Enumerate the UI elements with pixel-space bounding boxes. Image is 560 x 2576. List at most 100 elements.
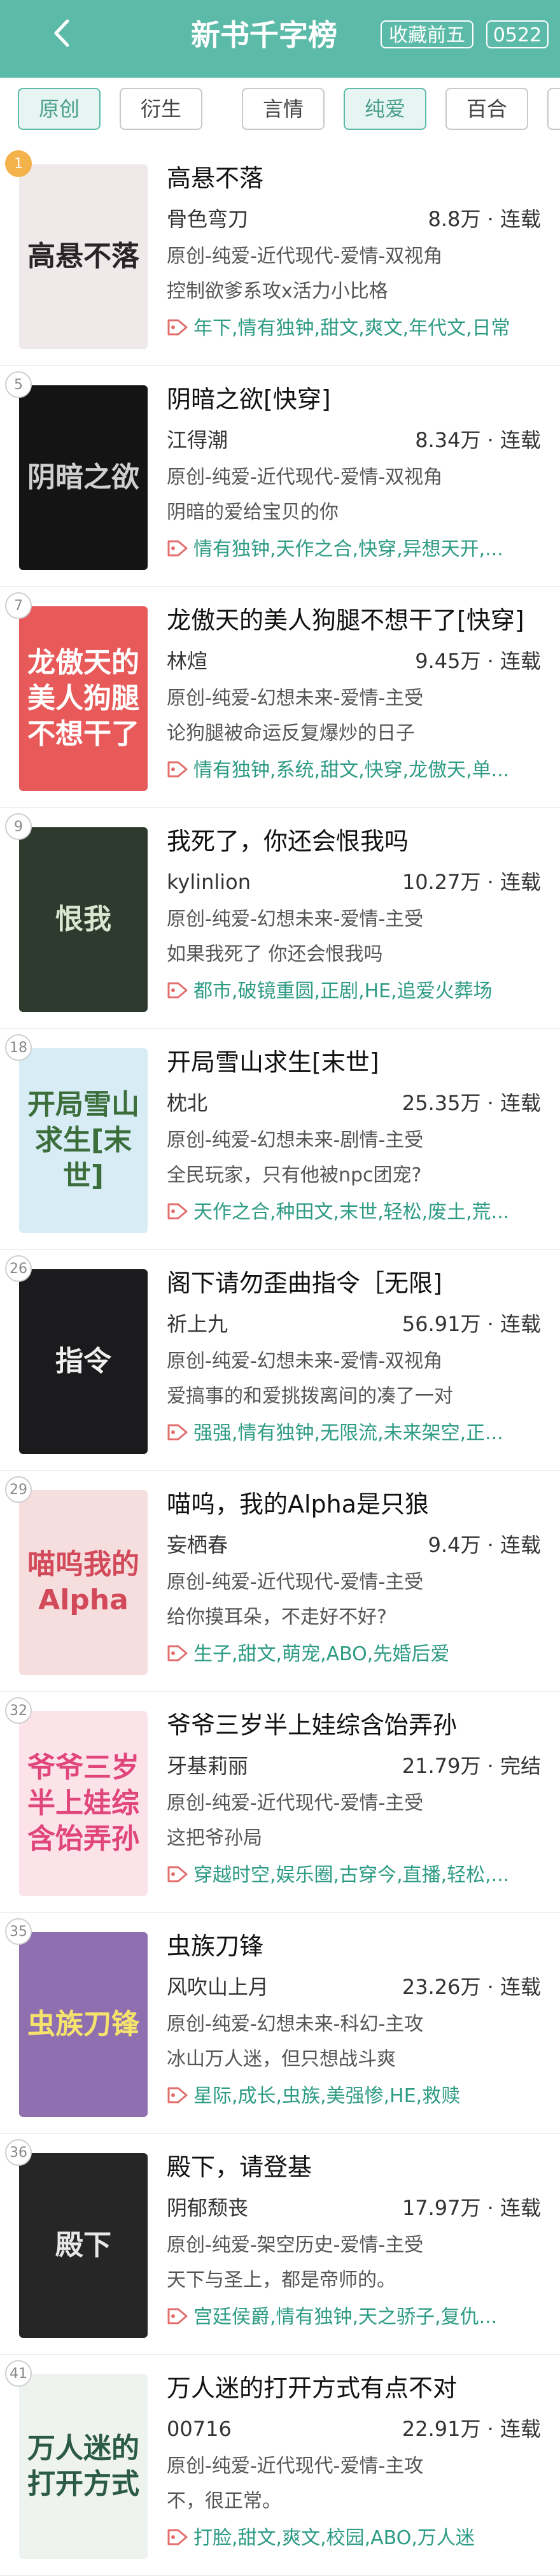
book-meta: 9.45万 · 连载: [415, 649, 541, 673]
tag-list[interactable]: 打脸,甜文,爽文,校园,ABO,万人迷: [193, 2527, 475, 2549]
tag-icon: [167, 540, 188, 557]
book-author[interactable]: 骨色弯刀: [167, 205, 389, 233]
tag-list[interactable]: 年下,情有独钟,甜文,爽文,年代文,日常: [193, 317, 510, 339]
book-cover[interactable]: 阴暗之欲: [19, 385, 148, 570]
book-title[interactable]: 龙傲天的美人狗腿不想干了[快穿]: [167, 604, 549, 637]
book-summary: 天下与圣上，都是帝师的。: [167, 2269, 396, 2291]
category-filters: 原创 衍生 言情 纯爱 百合: [0, 78, 560, 145]
tag-icon: [167, 761, 188, 778]
filter-original[interactable]: 原创: [18, 88, 101, 130]
book-title[interactable]: 喵呜，我的Alpha是只狼: [167, 1488, 549, 1521]
list-item[interactable]: 开局雪山求生[末世] 18 开局雪山求生[末世] 枕北 25.35万 · 连载 原创-纯爱…: [0, 1029, 560, 1250]
list-item[interactable]: 阴暗之欲 5 阴暗之欲[快穿] 江得潮 8.34万 · 连载 原创-纯爱-近代现代-爱情-…: [0, 366, 560, 587]
rank-badge: 1: [5, 150, 32, 177]
book-cover[interactable]: 万人迷的打开方式: [19, 2374, 148, 2559]
filter-gl[interactable]: 百合: [445, 88, 528, 130]
book-status: 连载: [500, 2417, 541, 2441]
book-title[interactable]: 殿下，请登基: [167, 2151, 549, 2184]
book-tags: 天作之合,种田文,末世,轻松,废土,荒...: [167, 1199, 549, 1227]
rank-badge: 29: [5, 1476, 32, 1503]
book-cover[interactable]: 开局雪山求生[末世]: [19, 1048, 148, 1233]
tag-list[interactable]: 天作之合,种田文,末世,轻松,废土,荒...: [193, 1201, 509, 1223]
book-cover[interactable]: 爷爷三岁半上娃综含饴弄孙: [19, 1711, 148, 1896]
filter-romance[interactable]: 言情: [242, 88, 325, 130]
book-status: 连载: [500, 1091, 541, 1115]
cover-title: 开局雪山求生[末世]: [27, 1088, 139, 1192]
book-title[interactable]: 万人迷的打开方式有点不对: [167, 2372, 549, 2405]
tag-list[interactable]: 都市,破镜重圆,正剧,HE,追爱火葬场: [193, 980, 493, 1002]
list-item[interactable]: 殿下 36 殿下，请登基 阴郁颓丧 17.97万 · 连载 原创-纯爱-架空历史-爱情-主…: [0, 2134, 560, 2355]
book-tags: 年下,情有独钟,甜文,爽文,年代文,日常: [167, 315, 549, 343]
book-author[interactable]: 牙基莉丽: [167, 1752, 389, 1780]
book-tags: 宫廷侯爵,情有独钟,天之骄子,复仇...: [167, 2303, 549, 2331]
book-title[interactable]: 爷爷三岁半上娃综含饴弄孙: [167, 1709, 549, 1742]
book-author[interactable]: 江得潮: [167, 426, 389, 454]
book-tags: 星际,成长,虫族,美强惨,HE,救赎: [167, 2082, 549, 2110]
tag-icon: [167, 1203, 188, 1220]
book-tags: 强强,情有独钟,无限流,未来架空,正...: [167, 1420, 549, 1448]
filter-bl[interactable]: 纯爱: [344, 88, 426, 130]
tag-list[interactable]: 生子,甜文,萌宠,ABO,先婚后爱: [193, 1643, 449, 1665]
list-item[interactable]: 指令 26 阁下请勿歪曲指令［无限] 祈上九 56.91万 · 连载 原创-纯爱-幻想未来…: [0, 1250, 560, 1471]
tag-list[interactable]: 情有独钟,天作之合,快穿,异想天开,...: [193, 538, 503, 560]
book-cover[interactable]: 喵呜我的Alpha: [19, 1490, 148, 1675]
book-cover[interactable]: 殿下: [19, 2153, 148, 2338]
date-button[interactable]: 0522: [486, 20, 549, 48]
tag-list[interactable]: 情有独钟,系统,甜文,快穿,龙傲天,单...: [193, 759, 509, 781]
book-summary: 冰山万人迷，但只想战斗爽: [167, 2048, 396, 2070]
tag-icon: [167, 2308, 188, 2324]
list-item[interactable]: 恨我 9 我死了，你还会恨我吗 kylinlion 10.27万 · 连载 原创-纯爱-幻…: [0, 808, 560, 1029]
rank-badge: 32: [5, 1697, 32, 1724]
book-cover[interactable]: 恨我: [19, 827, 148, 1012]
book-title[interactable]: 开局雪山求生[末世]: [167, 1046, 549, 1079]
book-genre: 原创-纯爱-幻想未来-剧情-主受: [167, 1129, 424, 1151]
list-item[interactable]: 喵呜我的Alpha 29 喵呜，我的Alpha是只狼 妄栖春 9.4万 · 连载 原创-纯…: [0, 1471, 560, 1692]
book-meta: 8.8万 · 连载: [428, 207, 541, 231]
book-status: 连载: [500, 649, 541, 673]
book-title[interactable]: 虫族刀锋: [167, 1930, 549, 1963]
tag-list[interactable]: 强强,情有独钟,无限流,未来架空,正...: [193, 1422, 503, 1444]
top5-button[interactable]: 收藏前五: [381, 20, 473, 48]
book-author[interactable]: 妄栖春: [167, 1531, 389, 1559]
book-title[interactable]: 我死了，你还会恨我吗: [167, 825, 549, 858]
tag-list[interactable]: 星际,成长,虫族,美强惨,HE,救赎: [193, 2085, 460, 2107]
book-summary: 阴暗的爱给宝贝的你: [167, 501, 339, 523]
rank-badge: 18: [5, 1034, 32, 1061]
book-cover[interactable]: 高悬不落: [19, 164, 148, 349]
book-author[interactable]: 祈上九: [167, 1310, 389, 1338]
book-cover[interactable]: 指令: [19, 1269, 148, 1454]
book-author[interactable]: 风吹山上月: [167, 1973, 389, 2001]
book-genre: 原创-纯爱-幻想未来-爱情-双视角: [167, 1350, 443, 1372]
book-author[interactable]: kylinlion: [167, 868, 389, 896]
list-item[interactable]: 虫族刀锋 35 虫族刀锋 风吹山上月 23.26万 · 连载 原创-纯爱-幻想未来-科幻-…: [0, 1913, 560, 2134]
cover-title: 爷爷三岁半上娃综含饴弄孙: [27, 1751, 139, 1855]
list-item[interactable]: 万人迷的打开方式 41 万人迷的打开方式有点不对 00716 22.91万 · 连载 原创…: [0, 2355, 560, 2576]
filter-more[interactable]: [547, 88, 560, 130]
list-item[interactable]: 龙傲天的美人狗腿不想干了 7 龙傲天的美人狗腿不想干了[快穿] 林煊 9.45万 · 连…: [0, 587, 560, 808]
word-count: 56.91万: [402, 1312, 481, 1336]
book-author[interactable]: 阴郁颓丧: [167, 2194, 389, 2222]
list-item[interactable]: 爷爷三岁半上娃综含饴弄孙 32 爷爷三岁半上娃综含饴弄孙 牙基莉丽 21.79万 · 完…: [0, 1692, 560, 1913]
book-author[interactable]: 00716: [167, 2415, 389, 2443]
tag-list[interactable]: 宫廷侯爵,情有独钟,天之骄子,复仇...: [193, 2306, 497, 2328]
book-status: 连载: [500, 1312, 541, 1336]
book-title[interactable]: 高悬不落: [167, 162, 549, 195]
list-item[interactable]: 高悬不落 1 高悬不落 骨色弯刀 8.8万 · 连载 原创-纯爱-近代现代-爱情-双视角控…: [0, 145, 560, 366]
book-author[interactable]: 枕北: [167, 1089, 389, 1117]
rank-badge: 26: [5, 1255, 32, 1282]
book-author[interactable]: 林煊: [167, 647, 389, 675]
book-summary: 控制欲爹系攻x活力小比格: [167, 280, 388, 302]
book-title[interactable]: 阴暗之欲[快穿]: [167, 383, 549, 416]
book-tags: 穿越时空,娱乐圈,古穿今,直播,轻松,...: [167, 1861, 549, 1889]
book-cover[interactable]: 龙傲天的美人狗腿不想干了: [19, 606, 148, 791]
back-button[interactable]: [46, 14, 78, 52]
rank-badge: 36: [5, 2139, 32, 2166]
book-meta: 9.4万 · 连载: [428, 1533, 541, 1557]
book-status: 连载: [500, 1975, 541, 1999]
tag-list[interactable]: 穿越时空,娱乐圈,古穿今,直播,轻松,...: [193, 1864, 509, 1886]
cover-title: 高悬不落: [27, 240, 139, 273]
word-count: 9.4万: [428, 1533, 481, 1557]
filter-derivative[interactable]: 衍生: [120, 88, 202, 130]
book-title[interactable]: 阁下请勿歪曲指令［无限]: [167, 1267, 549, 1300]
book-cover[interactable]: 虫族刀锋: [19, 1932, 148, 2117]
